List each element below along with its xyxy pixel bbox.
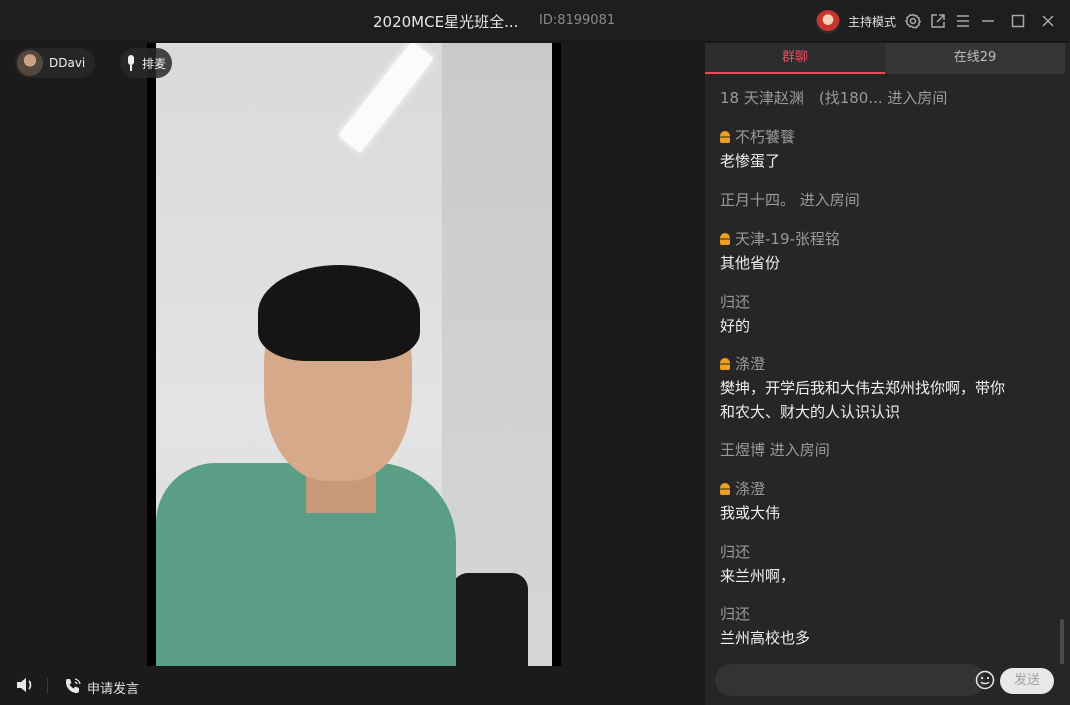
host-avatar[interactable] [816, 10, 840, 34]
microphone-icon [128, 55, 134, 71]
window-title: 2020MCE星光班全... [373, 13, 519, 31]
member-badge-icon [720, 483, 730, 495]
video-feed[interactable] [147, 43, 561, 666]
chat-panel: 群聊 在线29 18 天津赵渊 (找180... 进入房间 不朽饕餮 老惨蛋了 … [705, 43, 1070, 705]
phone-icon[interactable] [64, 677, 82, 695]
message-sender: 归还 [720, 543, 751, 561]
system-message: 王煜博 进入房间 [720, 441, 830, 459]
emoji-icon[interactable] [975, 670, 995, 690]
share-icon[interactable] [929, 12, 947, 30]
chair [452, 573, 528, 666]
host-mode-label[interactable]: 主持模式 [848, 13, 896, 30]
chat-message: 涤澄 樊坤，开学后我和大伟去郑州找你啊，带你 和农大、财大的人认识认识 [720, 352, 1005, 424]
message-sender: 天津-19-张程铭 [735, 230, 840, 248]
chat-message: 不朽饕餮 老惨蛋了 [720, 125, 795, 173]
tab-group-chat[interactable]: 群聊 [705, 43, 885, 74]
chat-message: 天津-19-张程铭 其他省份 [720, 227, 840, 275]
member-badge-icon [720, 358, 730, 370]
toolbar-divider [47, 678, 48, 694]
chat-message-list[interactable]: 18 天津赵渊 (找180... 进入房间 不朽饕餮 老惨蛋了 正月十四。 进入… [705, 74, 1065, 664]
system-message: 正月十四。 进入房间 [720, 191, 860, 209]
message-sender: 涤澄 [735, 355, 766, 373]
message-sender: 归还 [720, 605, 751, 623]
minimize-icon[interactable] [979, 12, 997, 30]
message-text: 其他省份 [720, 254, 781, 272]
message-text-continued: 和农大、财大的人认识认识 [720, 403, 901, 421]
chat-message: 归还 兰州高校也多 [720, 602, 810, 650]
room-id: ID:8199081 [539, 13, 616, 28]
message-text: 兰州高校也多 [720, 629, 811, 647]
chat-message: 归还 好的 [720, 290, 750, 338]
close-icon[interactable] [1039, 12, 1057, 30]
chat-scrollbar[interactable] [1060, 619, 1064, 664]
send-button[interactable]: 发送 [1000, 668, 1054, 694]
chat-tabs: 群聊 在线29 [705, 43, 1065, 74]
chat-message: 涤澄 我或大伟 [720, 477, 780, 525]
title-bar: 2020MCE星光班全... ID:8199081 主持模式 [0, 0, 1070, 42]
system-message: 18 天津赵渊 (找180... 进入房间 [720, 89, 948, 107]
message-text: 好的 [720, 317, 751, 335]
mic-queue-label: 排麦 [142, 56, 167, 71]
video-frame [156, 43, 552, 666]
message-sender: 涤澄 [735, 480, 766, 498]
apply-speak-button[interactable]: 申请发言 [87, 678, 139, 697]
stage-toolbar: 申请发言 [0, 666, 705, 705]
message-sender: 不朽饕餮 [735, 128, 796, 146]
message-text: 我或大伟 [720, 504, 781, 522]
volume-icon[interactable] [15, 676, 35, 694]
presenter-chip[interactable]: DDavi [15, 48, 96, 78]
tab-online[interactable]: 在线29 [885, 43, 1065, 74]
member-badge-icon [720, 131, 730, 143]
member-badge-icon [720, 233, 730, 245]
message-text: 樊坤，开学后我和大伟去郑州找你啊，带你 [720, 379, 1006, 397]
menu-icon[interactable] [954, 12, 972, 30]
mic-queue-button[interactable]: 排麦 [120, 48, 173, 78]
presenter-name: DDavi [49, 56, 86, 70]
maximize-icon[interactable] [1009, 12, 1027, 30]
chat-message: 归还 来兰州啊， [720, 540, 795, 588]
message-text: 来兰州啊， [720, 567, 796, 585]
settings-icon[interactable] [904, 12, 922, 30]
presenter-avatar [17, 50, 43, 76]
ceiling-light [338, 43, 434, 153]
chat-input[interactable] [715, 664, 985, 696]
stage-area: DDavi 排麦 申请发言 [0, 43, 705, 705]
message-text: 老惨蛋了 [720, 152, 781, 170]
message-sender: 归还 [720, 293, 751, 311]
